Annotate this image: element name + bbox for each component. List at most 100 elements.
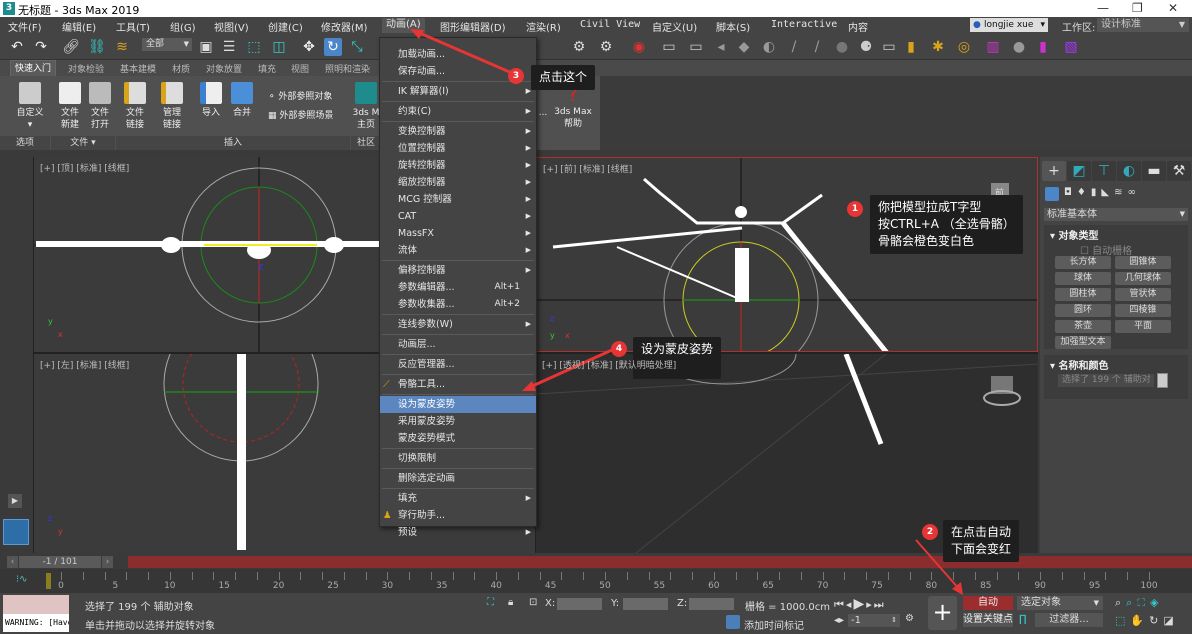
workspace-dropdown[interactable]: 设计标准 ▼ <box>1097 18 1189 32</box>
hinge-icon[interactable]: ◆ <box>735 38 753 56</box>
menu-customize[interactable]: 自定义(U) <box>652 19 697 34</box>
explode-icon[interactable]: ✱ <box>929 38 947 56</box>
select-by-name-icon[interactable]: ☰ <box>220 38 238 56</box>
viewport-label[interactable]: [+] [左] [标准] [线框] <box>40 358 129 371</box>
menu-item[interactable]: 设为蒙皮姿势 <box>380 396 536 413</box>
menu-item[interactable]: 预设 ▶ <box>380 524 536 541</box>
auto-key-button[interactable]: 自动 <box>963 596 1013 610</box>
selection-filter-dropdown[interactable]: 全部 ▼ <box>142 38 192 51</box>
menu-content[interactable]: 内容 <box>848 19 868 34</box>
select-object-icon[interactable]: ▣ <box>197 38 215 56</box>
text-plus-button[interactable]: 加强型文本 <box>1055 336 1111 349</box>
ball-icon[interactable]: ● <box>833 38 851 56</box>
target-icon[interactable]: ◎ <box>955 38 973 56</box>
tab-object-placement[interactable]: 对象放置 <box>206 62 242 75</box>
prev-frame-arrow[interactable]: ‹ <box>7 556 18 568</box>
tab-view[interactable]: 视图 <box>291 62 309 75</box>
viewport-label[interactable]: [+] [顶] [标准] [线框] <box>40 161 129 174</box>
import-button[interactable]: 导入 <box>197 82 225 119</box>
menu-animation[interactable]: 动画(A) <box>382 18 425 33</box>
curve-editor-icon[interactable]: ⁝∿ <box>16 574 28 585</box>
time-slider-thumb[interactable]: -1 / 101 <box>19 556 101 568</box>
box-button[interactable]: 长方体 <box>1055 256 1111 269</box>
ragdoll-icon[interactable]: ⚈ <box>857 38 875 56</box>
time-tag-icon[interactable] <box>726 615 740 629</box>
rotate-icon[interactable]: ↻ <box>324 38 342 56</box>
object-name-field[interactable]: 选择了 199 个 辅助对 <box>1058 374 1154 387</box>
tube-button[interactable]: 管状体 <box>1115 288 1171 301</box>
set-key-big-button[interactable]: + <box>928 596 957 630</box>
more-button[interactable]: ... <box>537 107 549 119</box>
category-dropdown[interactable]: 标准基本体 ▼ <box>1044 208 1188 221</box>
menu-item[interactable]: 加载动画... <box>380 46 536 63</box>
slider-icon[interactable]: / <box>808 38 826 56</box>
merge-button[interactable]: 合并 <box>228 82 256 119</box>
menu-item[interactable]: 动画层... <box>380 336 536 353</box>
menu-create[interactable]: 创建(C) <box>268 19 303 34</box>
x-coordinate-field[interactable] <box>557 598 602 610</box>
menu-file[interactable]: 文件(F) <box>8 19 42 34</box>
constraint-icon[interactable]: ◂ <box>712 38 730 56</box>
name-color-title[interactable]: ▾ 名称和颜色 <box>1050 357 1109 372</box>
menu-rendering[interactable]: 渲染(R) <box>526 19 561 34</box>
viewport-layout-icon[interactable] <box>3 519 29 545</box>
cylinder-button[interactable]: 圆柱体 <box>1055 288 1111 301</box>
viewport-front[interactable]: [+] [前] [标准] [线框] 前 zyx <box>536 157 1038 352</box>
xref-objects-button[interactable]: ⚬ 外部参照对象 <box>268 91 332 103</box>
restore-button[interactable]: ❐ <box>1132 1 1143 15</box>
create-category-icons[interactable]: ◘♦▮◣≋∞ <box>1064 187 1141 198</box>
menu-item[interactable]: 穿行助手... ♟ <box>380 507 536 524</box>
menu-views[interactable]: 视图(V) <box>214 19 249 34</box>
menu-item[interactable]: 位置控制器 ▶ <box>380 140 536 157</box>
menu-item[interactable]: 参数收集器... Alt+2 <box>380 296 536 313</box>
menu-edit[interactable]: 编辑(E) <box>62 19 96 34</box>
scale-icon[interactable]: ⤡ <box>348 38 366 56</box>
time-configuration-icon[interactable]: ⚙ <box>905 613 914 624</box>
color-clipboard-icon[interactable]: ▥ <box>984 38 1002 56</box>
customize-button[interactable]: 自定义 ▾ <box>12 82 48 131</box>
viewport-navigation-top[interactable]: ⌕⌕⛶◈ <box>1115 596 1164 610</box>
menu-item[interactable]: 缩放控制器 ▶ <box>380 174 536 191</box>
tab-quick-start[interactable]: 快速入门 <box>10 60 57 76</box>
key-mode-icon[interactable]: ◂▸ <box>834 615 844 626</box>
next-frame-arrow[interactable]: › <box>102 556 113 568</box>
mirror-icon[interactable]: ⚙ <box>597 38 615 56</box>
utilities-tab[interactable]: ⚒ <box>1167 161 1191 181</box>
close-button[interactable]: ✕ <box>1168 1 1178 15</box>
menu-item[interactable]: 反应管理器... <box>380 356 536 373</box>
absolute-mode-icon[interactable]: ⊡ <box>529 597 537 608</box>
tab-basic-modeling[interactable]: 基本建模 <box>120 62 156 75</box>
rope-icon[interactable]: / <box>785 38 803 56</box>
home-button[interactable]: 3ds M 主页 <box>352 82 380 131</box>
bone-tool-icon[interactable]: ▮ <box>902 38 920 56</box>
viewport-label[interactable]: [+] [前] [标准] [线框] <box>543 162 632 175</box>
z-coordinate-field[interactable] <box>689 598 734 610</box>
new-file-button[interactable]: 文件 新建 <box>55 82 85 131</box>
tab-populate[interactable]: 填充 <box>258 62 276 75</box>
rectangle-selection-icon[interactable]: ⬚ <box>245 38 263 56</box>
maxscript-listener[interactable] <box>3 595 69 614</box>
menu-item[interactable]: MassFX ▶ <box>380 225 536 242</box>
file-link-button[interactable]: 文件 链接 <box>120 82 150 131</box>
user-account-dropdown[interactable]: ● longjie xue ▾ <box>970 18 1048 32</box>
key-filter-set-dropdown[interactable]: 选定对象 ▼ <box>1017 596 1103 610</box>
plane-button[interactable]: 平面 <box>1115 320 1171 333</box>
maxscript-output[interactable]: WARNING: [Havo <box>3 614 69 632</box>
autogrid-checkbox[interactable]: ☐ 自动栅格 <box>1080 242 1132 257</box>
geosphere-button[interactable]: 几何球体 <box>1115 272 1171 285</box>
menu-item[interactable]: IK 解算器(I) ▶ <box>380 83 536 100</box>
isolate-selection-icon[interactable]: ⛶ <box>487 597 494 608</box>
menu-item[interactable]: 蒙皮姿势模式 <box>380 430 536 447</box>
tab-lighting-rendering[interactable]: 照明和渲染 <box>325 62 370 75</box>
bone-icon[interactable]: ▮ <box>1034 38 1052 56</box>
current-frame-field[interactable]: -1 ⇕ <box>848 614 900 627</box>
display-tab[interactable]: ▬ <box>1142 161 1166 181</box>
xref-scene-button[interactable]: ▦ 外部参照场景 <box>268 110 333 122</box>
redo-icon[interactable]: ↷ <box>32 38 50 56</box>
playback-controls[interactable]: ⏮◂▶▸⏭ <box>834 596 886 612</box>
menu-item[interactable]: 骨骼工具... ⟋ <box>380 376 536 393</box>
viewport-label[interactable]: [+] [透视] [标准] [默认明暗处理] <box>542 358 676 371</box>
lf-icon[interactable]: ▭ <box>880 38 898 56</box>
key-filters-button[interactable]: 过滤器... <box>1035 613 1103 627</box>
menu-group[interactable]: 组(G) <box>170 19 196 34</box>
